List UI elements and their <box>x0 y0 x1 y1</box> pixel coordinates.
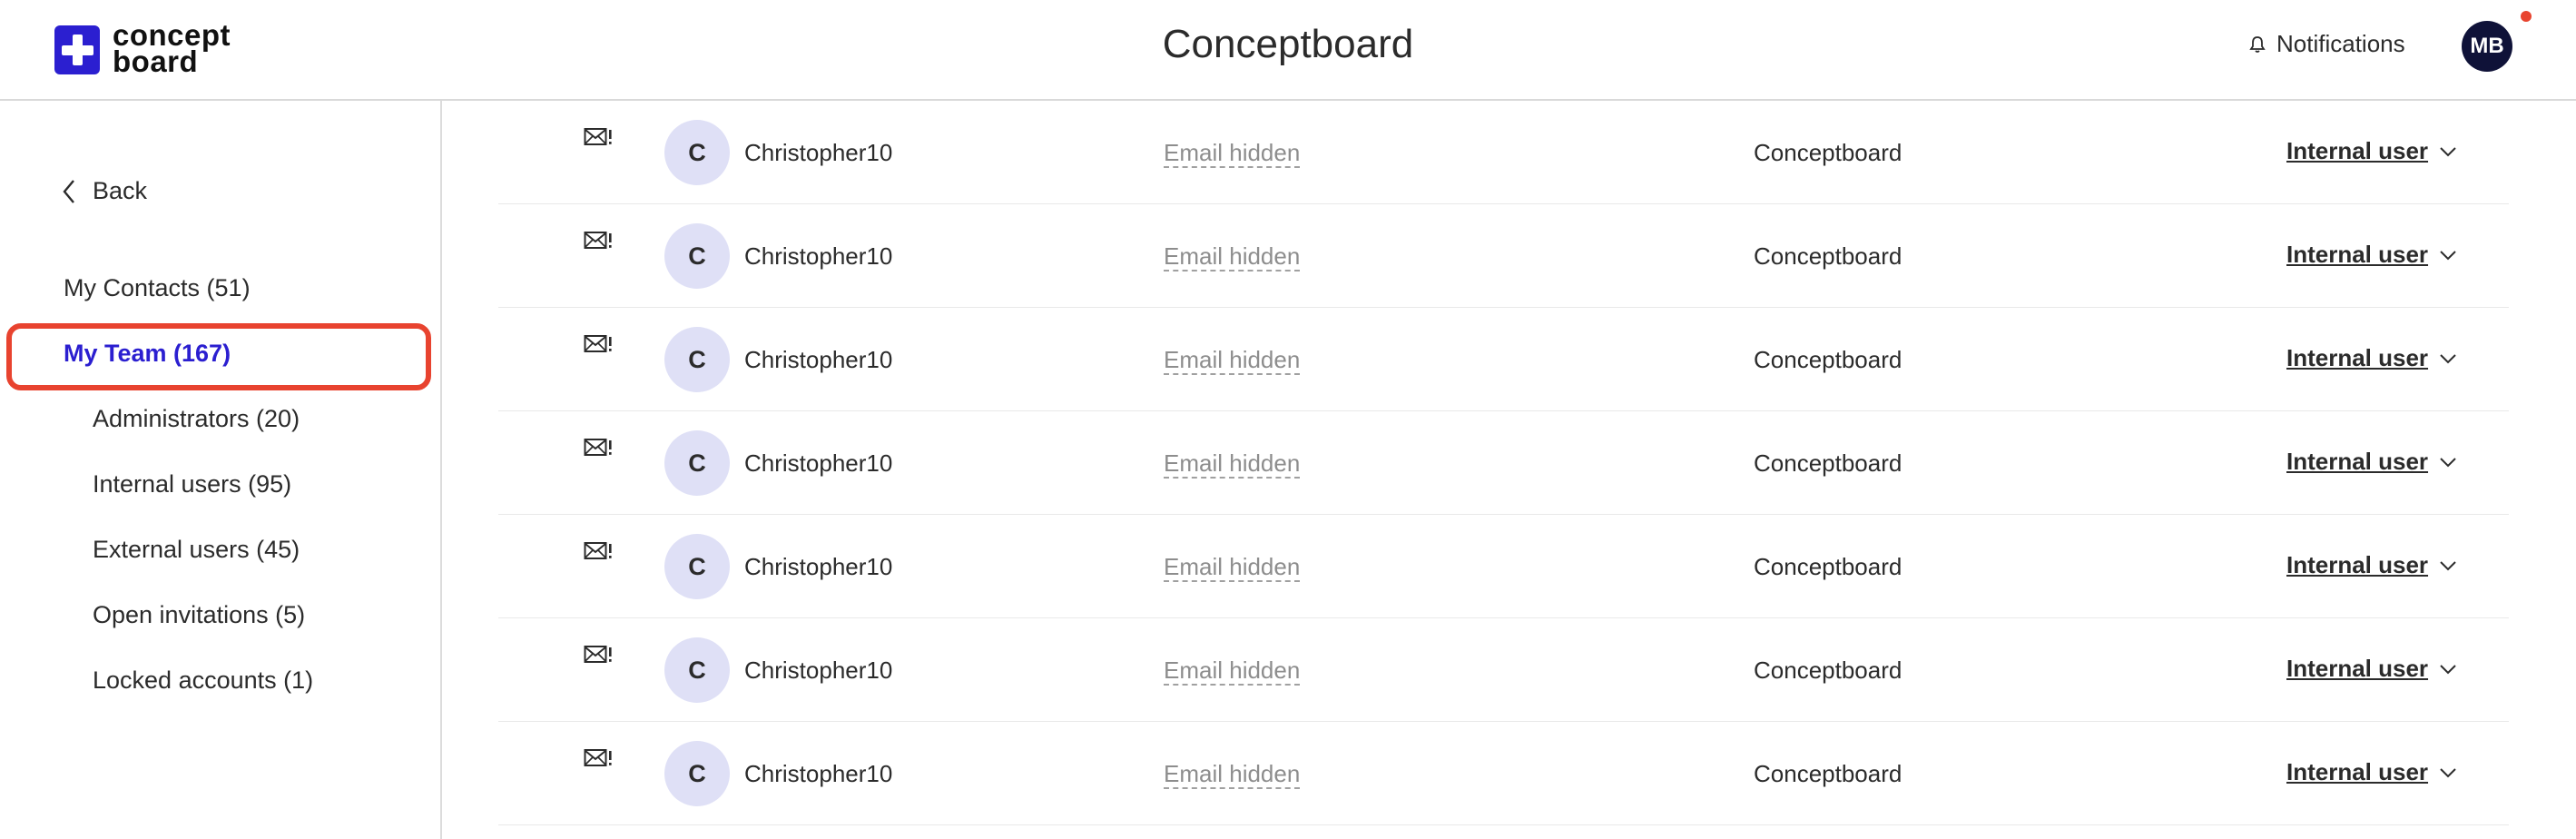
chevron-down-icon <box>2440 250 2456 260</box>
user-avatar-initial: C <box>664 430 730 496</box>
page-title: Conceptboard <box>1162 22 1414 66</box>
mail-warning-icon[interactable] <box>584 540 613 564</box>
user-company: Conceptboard <box>1754 139 1903 166</box>
user-company: Conceptboard <box>1754 346 1903 373</box>
role-label: Internal user <box>2286 137 2429 164</box>
user-name: Christopher10 <box>744 346 893 373</box>
user-name: Christopher10 <box>744 449 893 477</box>
logo-line-2: board <box>113 44 199 78</box>
chevron-down-icon <box>2440 146 2456 156</box>
user-company: Conceptboard <box>1754 449 1903 477</box>
user-avatar-initial: C <box>664 120 730 185</box>
nav-internal-users[interactable]: Internal users (95) <box>93 470 291 498</box>
user-avatar-initial: C <box>664 741 730 806</box>
email-hidden-link[interactable]: Email hidden <box>1164 760 1301 789</box>
user-row: C Christopher10 Email hidden Conceptboar… <box>498 722 2509 825</box>
user-avatar-initial: C <box>664 327 730 392</box>
mail-warning-icon[interactable] <box>584 747 613 771</box>
user-row: C Christopher10 Email hidden Conceptboar… <box>498 515 2509 618</box>
mail-warning-icon[interactable] <box>584 230 613 253</box>
notifications-button[interactable]: Notifications <box>2249 30 2405 58</box>
logo-mark-icon <box>54 25 100 74</box>
mail-warning-icon[interactable] <box>584 437 613 460</box>
email-hidden-link[interactable]: Email hidden <box>1164 346 1301 375</box>
email-hidden-link[interactable]: Email hidden <box>1164 139 1301 168</box>
email-hidden-link[interactable]: Email hidden <box>1164 553 1301 582</box>
role-label: Internal user <box>2286 551 2429 578</box>
user-company: Conceptboard <box>1754 553 1903 580</box>
chevron-down-icon <box>2440 560 2456 570</box>
mail-warning-icon[interactable] <box>584 333 613 357</box>
user-company: Conceptboard <box>1754 760 1903 787</box>
chevron-down-icon <box>2440 767 2456 777</box>
chevron-left-icon <box>63 179 74 203</box>
email-hidden-link[interactable]: Email hidden <box>1164 656 1301 686</box>
user-list: C Christopher10 Email hidden Conceptboar… <box>444 101 2576 839</box>
notification-dot <box>2521 11 2532 22</box>
role-dropdown[interactable]: Internal user <box>2286 137 2457 165</box>
role-dropdown[interactable]: Internal user <box>2286 241 2457 269</box>
user-company: Conceptboard <box>1754 242 1903 270</box>
role-label: Internal user <box>2286 448 2429 475</box>
chevron-down-icon <box>2440 353 2456 363</box>
nav-my-team[interactable]: My Team (167) <box>64 340 231 368</box>
user-row: C Christopher10 Email hidden Conceptboar… <box>498 618 2509 722</box>
user-row: C Christopher10 Email hidden Conceptboar… <box>498 308 2509 411</box>
chevron-down-icon <box>2440 457 2456 467</box>
email-hidden-link[interactable]: Email hidden <box>1164 242 1301 271</box>
top-bar: concept board Conceptboard Notifications… <box>0 0 2576 101</box>
user-avatar-initial: C <box>664 223 730 289</box>
user-name: Christopher10 <box>744 553 893 580</box>
nav-locked-accounts[interactable]: Locked accounts (1) <box>93 666 313 695</box>
user-avatar-initial: C <box>664 534 730 599</box>
role-dropdown[interactable]: Internal user <box>2286 448 2457 476</box>
user-name: Christopher10 <box>744 656 893 684</box>
back-button[interactable]: Back <box>62 177 147 205</box>
role-dropdown[interactable]: Internal user <box>2286 655 2457 683</box>
bell-icon <box>2249 35 2266 53</box>
role-dropdown[interactable]: Internal user <box>2286 758 2457 786</box>
notifications-label: Notifications <box>2276 30 2405 57</box>
nav-administrators[interactable]: Administrators (20) <box>93 405 300 433</box>
role-dropdown[interactable]: Internal user <box>2286 344 2457 372</box>
back-label: Back <box>93 177 148 204</box>
nav-open-invitations[interactable]: Open invitations (5) <box>93 601 305 629</box>
user-name: Christopher10 <box>744 139 893 166</box>
role-label: Internal user <box>2286 655 2429 682</box>
nav-my-contacts[interactable]: My Contacts (51) <box>64 274 251 302</box>
chevron-down-icon <box>2440 664 2456 674</box>
user-name: Christopher10 <box>744 242 893 270</box>
conceptboard-logo[interactable]: concept board <box>54 20 231 78</box>
sidebar: Back My Contacts (51) My Team (167) Admi… <box>0 101 442 839</box>
mail-warning-icon[interactable] <box>584 644 613 667</box>
logo-wordmark: concept board <box>113 20 231 78</box>
user-row: C Christopher10 Email hidden Conceptboar… <box>498 411 2509 515</box>
user-company: Conceptboard <box>1754 656 1903 684</box>
email-hidden-link[interactable]: Email hidden <box>1164 449 1301 479</box>
nav-external-users[interactable]: External users (45) <box>93 536 300 564</box>
user-row: C Christopher10 Email hidden Conceptboar… <box>498 101 2509 204</box>
role-label: Internal user <box>2286 241 2429 268</box>
role-label: Internal user <box>2286 758 2429 785</box>
user-name: Christopher10 <box>744 760 893 787</box>
role-label: Internal user <box>2286 344 2429 371</box>
role-dropdown[interactable]: Internal user <box>2286 551 2457 579</box>
user-avatar[interactable]: MB <box>2462 21 2512 72</box>
mail-warning-icon[interactable] <box>584 126 613 150</box>
user-avatar-initial: C <box>664 637 730 703</box>
user-row: C Christopher10 Email hidden Conceptboar… <box>498 204 2509 308</box>
